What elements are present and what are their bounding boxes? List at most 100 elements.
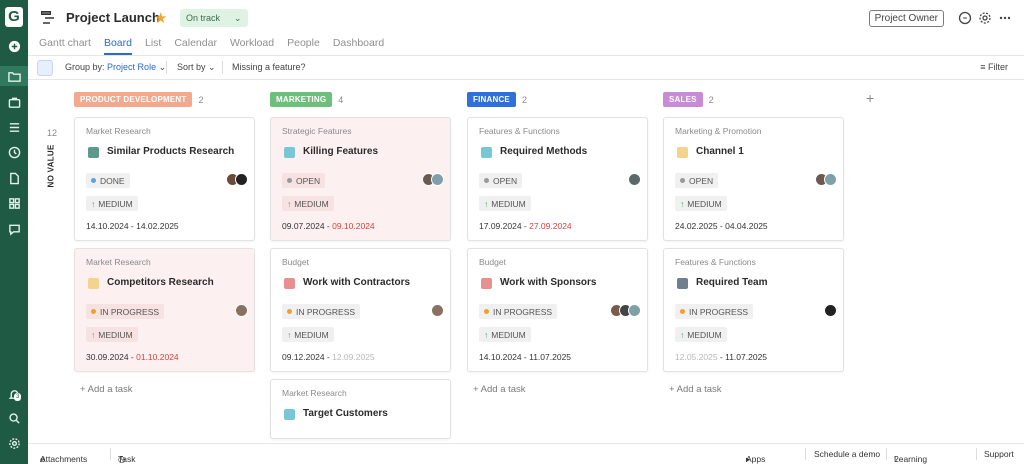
comments-icon[interactable] (958, 11, 972, 25)
task-dates: 09.07.2024 - 09.10.2024 (282, 221, 375, 231)
divider (222, 61, 223, 74)
projects-folder-icon[interactable] (0, 66, 28, 86)
task-card[interactable]: Market Research Target Customers (270, 379, 451, 439)
clock-icon[interactable] (0, 142, 28, 162)
column-count: 2 (521, 94, 527, 105)
priority-badge[interactable]: ↑ MEDIUM (86, 196, 138, 211)
column-count: 2 (708, 94, 714, 105)
status-dropdown[interactable]: On track ⌄ (180, 9, 248, 27)
app-logo[interactable]: G (5, 7, 23, 27)
column-header-sales: SALES 2 (663, 92, 714, 107)
tab-dashboard[interactable]: Dashboard (333, 37, 384, 55)
assignees[interactable] (815, 173, 837, 186)
group-by-dropdown[interactable]: Group by: Project Role ⌄ (65, 62, 166, 73)
arrow-up-icon: ↑ (91, 329, 96, 340)
tab-gantt-chart[interactable]: Gantt chart (39, 37, 91, 55)
task-category: Marketing & Promotion (675, 126, 762, 136)
assignees[interactable] (235, 304, 248, 317)
status-badge[interactable]: IN PROGRESS (86, 304, 165, 319)
add-task-button[interactable]: + Add a task (80, 384, 133, 395)
search-icon[interactable] (0, 408, 28, 428)
status-badge[interactable]: IN PROGRESS (675, 304, 754, 319)
task-card[interactable]: Budget Work with Sponsors IN PROGRESS ↑ M… (467, 248, 648, 372)
tab-calendar[interactable]: Calendar (174, 37, 217, 55)
status-badge[interactable]: DONE (86, 173, 130, 188)
priority-badge[interactable]: ↑ MEDIUM (282, 327, 334, 342)
chat-icon[interactable] (0, 219, 28, 239)
add-task-label: Add a task (676, 384, 722, 395)
task-title: Work with Contractors (303, 277, 411, 288)
filter-button[interactable]: ≡ Filter (980, 62, 1008, 72)
chevron-down-icon: ⌄ (234, 12, 242, 23)
portfolio-icon[interactable] (0, 92, 28, 112)
arrow-up-icon: ↑ (484, 329, 489, 340)
status-badge[interactable]: IN PROGRESS (479, 304, 558, 319)
settings-icon[interactable] (0, 433, 28, 453)
task-card[interactable]: Budget Work with Contractors IN PROGRESS… (270, 248, 451, 372)
start-date: 17.09.2024 (479, 221, 522, 231)
gear-icon[interactable] (978, 11, 992, 25)
priority-text: MEDIUM (294, 198, 329, 209)
project-title[interactable]: Project Launch (66, 10, 160, 25)
task-category: Features & Functions (479, 126, 560, 136)
tab-workload[interactable]: Workload (230, 37, 274, 55)
star-icon[interactable]: ★ (154, 9, 167, 27)
assignees[interactable] (422, 173, 444, 186)
calendar-toggle-icon[interactable] (37, 60, 53, 76)
assignees[interactable] (610, 304, 641, 317)
avatar (628, 304, 641, 317)
more-icon[interactable] (998, 11, 1012, 25)
priority-badge[interactable]: ↑ MEDIUM (479, 196, 531, 211)
app-root: G 3 Project Launch ★ On track ⌄ Gantt cha… (0, 0, 1024, 464)
priority-badge[interactable]: ↑ MEDIUM (282, 196, 334, 211)
priority-badge[interactable]: ↑ MEDIUM (86, 327, 138, 342)
tab-list[interactable]: List (145, 37, 161, 55)
priority-badge[interactable]: ↑ MEDIUM (675, 196, 727, 211)
status-badge[interactable]: IN PROGRESS (282, 304, 361, 319)
arrow-up-icon: ↑ (91, 198, 96, 209)
column-chip[interactable]: SALES (663, 92, 703, 107)
assignees[interactable] (226, 173, 248, 186)
assignees[interactable] (824, 304, 837, 317)
group-by-value: Project Role (107, 62, 157, 72)
add-icon[interactable] (0, 36, 28, 56)
project-owner-button[interactable]: Project Owner (868, 10, 944, 27)
document-icon[interactable] (0, 168, 28, 188)
status-badge[interactable]: OPEN (675, 173, 719, 188)
task-card[interactable]: Features & Functions Required Methods OP… (467, 117, 648, 241)
group-by-label: Group by: (65, 62, 105, 72)
tab-board[interactable]: Board (103, 37, 132, 55)
avatar (824, 173, 837, 186)
status-badge[interactable]: OPEN (479, 173, 523, 188)
task-card[interactable]: Market Research Similar Products Researc… (74, 117, 255, 241)
task-category: Features & Functions (675, 257, 756, 267)
column-chip[interactable]: FINANCE (467, 92, 516, 107)
sort-by-dropdown[interactable]: Sort by ⌄ (177, 62, 216, 73)
task-color-square (677, 278, 688, 289)
add-task-button[interactable]: + Add a task (669, 384, 722, 395)
column-count: 2 (198, 94, 204, 105)
column-chip[interactable]: PRODUCT DEVELOPMENT (74, 92, 193, 107)
task-card[interactable]: Features & Functions Required Team IN PR… (663, 248, 844, 372)
divider (886, 448, 887, 460)
schedule-demo-link[interactable]: Schedule a demo (814, 449, 880, 459)
tab-people[interactable]: People (287, 37, 320, 55)
add-task-button[interactable]: + Add a task (473, 384, 526, 395)
assignees[interactable] (628, 173, 641, 186)
list-icon[interactable] (0, 117, 28, 137)
task-card[interactable]: Market Research Competitors Research IN … (74, 248, 255, 372)
task-dates: 30.09.2024 - 01.10.2024 (86, 352, 179, 362)
missing-feature-link[interactable]: Missing a feature? (232, 62, 306, 72)
priority-badge[interactable]: ↑ MEDIUM (675, 327, 727, 342)
task-card[interactable]: Strategic Features Killing Features OPEN… (270, 117, 451, 241)
arrow-up-icon: ↑ (484, 198, 489, 209)
status-badge[interactable]: OPEN (282, 173, 326, 188)
priority-badge[interactable]: ↑ MEDIUM (479, 327, 531, 342)
task-card[interactable]: Marketing & Promotion Channel 1 OPEN ↑ ME… (663, 117, 844, 241)
column-header-marketing: MARKETING 4 (270, 92, 343, 107)
assignees[interactable] (431, 304, 444, 317)
support-link[interactable]: Support (984, 449, 1014, 459)
grid-icon[interactable] (0, 193, 28, 213)
add-column-icon[interactable]: + (866, 90, 874, 106)
column-chip[interactable]: MARKETING (270, 92, 333, 107)
